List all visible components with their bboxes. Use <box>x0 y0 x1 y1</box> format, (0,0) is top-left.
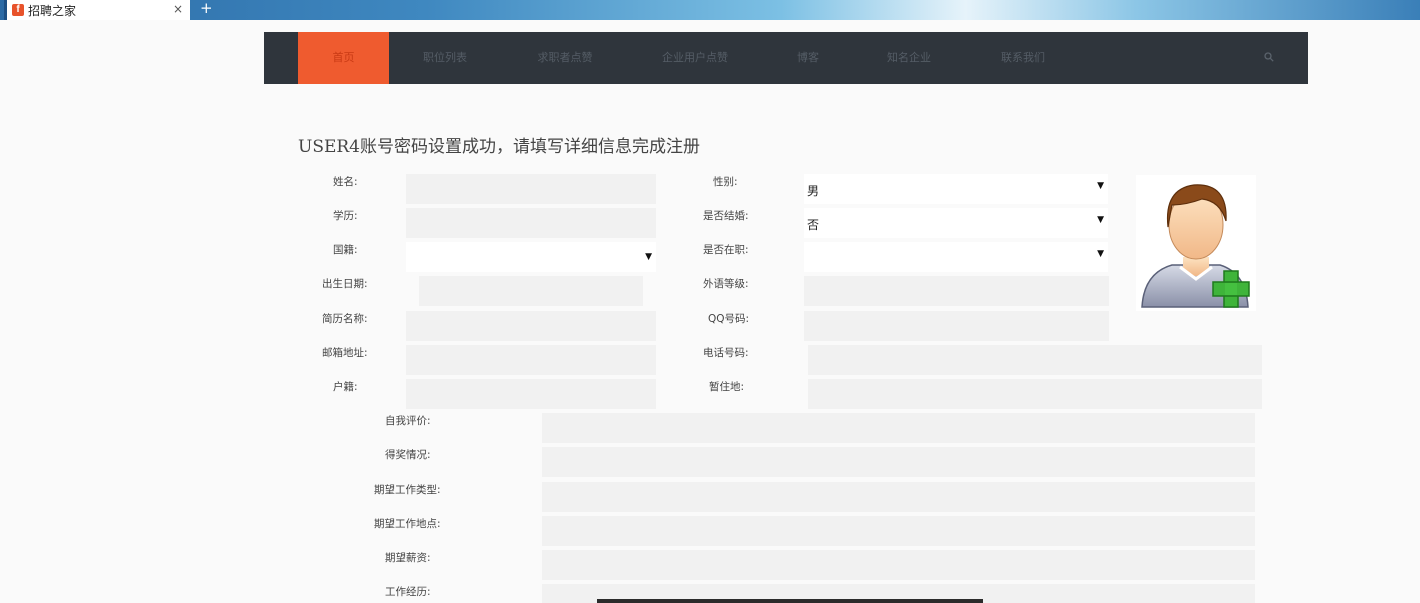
bottom-overlay-bar <box>597 599 983 603</box>
residence-label: 暂住地: <box>709 381 745 393</box>
employed-select[interactable]: ▼ <box>804 242 1108 272</box>
browser-tab[interactable]: f 招聘之家 × <box>4 0 190 20</box>
nav-item-contact[interactable]: 联系我们 <box>986 32 1060 84</box>
nationality-select[interactable]: ▼ <box>406 242 656 272</box>
new-tab-button[interactable]: + <box>200 0 213 17</box>
nav-item-home[interactable]: 首页 <box>298 32 389 84</box>
salary-input[interactable] <box>542 550 1255 580</box>
qq-label: QQ号码: <box>708 313 750 325</box>
user-add-icon[interactable] <box>1136 175 1256 311</box>
job-location-label: 期望工作地点: <box>374 518 441 530</box>
nav-item-famous-companies[interactable]: 知名企业 <box>870 32 948 84</box>
favicon-icon: f <box>12 4 24 16</box>
browser-tabstrip: f 招聘之家 × + <box>0 0 1420 20</box>
qq-input[interactable] <box>804 311 1109 341</box>
gender-select[interactable]: 男 ▼ <box>804 174 1108 204</box>
self-eval-label: 自我评价: <box>385 415 431 427</box>
name-label: 姓名: <box>333 176 358 188</box>
tab-title: 招聘之家 <box>28 3 77 18</box>
awards-label: 得奖情况: <box>385 449 431 461</box>
married-label: 是否结婚: <box>703 210 749 222</box>
residence-input[interactable] <box>808 379 1262 409</box>
household-label: 户籍: <box>333 381 358 393</box>
experience-label: 工作经历: <box>385 586 431 598</box>
education-label: 学历: <box>333 210 358 222</box>
chevron-down-icon: ▼ <box>1097 249 1104 259</box>
chevron-down-icon: ▼ <box>1097 181 1104 191</box>
married-value: 否 <box>807 218 820 232</box>
resume-label: 简历名称: <box>322 313 368 325</box>
birth-date-input[interactable] <box>419 276 643 306</box>
phone-label: 电话号码: <box>703 347 749 359</box>
search-icon[interactable] <box>1264 52 1274 62</box>
gender-label: 性别: <box>713 176 738 188</box>
nav-item-blog[interactable]: 博客 <box>786 32 830 84</box>
married-select[interactable]: 否 ▼ <box>804 208 1108 238</box>
household-input[interactable] <box>406 379 656 409</box>
nav-item-seekers[interactable]: 求职者点赞 <box>522 32 608 84</box>
name-input[interactable] <box>406 174 656 204</box>
salary-label: 期望薪资: <box>385 552 431 564</box>
birth-label: 出生日期: <box>322 278 368 290</box>
nav-item-jobs[interactable]: 职位列表 <box>404 32 486 84</box>
chevron-down-icon: ▼ <box>645 252 652 262</box>
email-input[interactable] <box>406 345 656 375</box>
resume-name-input[interactable] <box>406 311 656 341</box>
job-type-input[interactable] <box>542 482 1255 512</box>
gender-value: 男 <box>807 184 820 198</box>
education-input[interactable] <box>406 208 656 238</box>
job-type-label: 期望工作类型: <box>374 484 441 496</box>
chevron-down-icon: ▼ <box>1097 215 1104 225</box>
employed-label: 是否在职: <box>703 244 749 256</box>
job-location-input[interactable] <box>542 516 1255 546</box>
main-navbar: 首页 职位列表 求职者点赞 企业用户点赞 博客 知名企业 联系我们 <box>264 32 1308 84</box>
phone-input[interactable] <box>808 345 1262 375</box>
email-label: 邮箱地址: <box>322 347 368 359</box>
page-title: USER4账号密码设置成功，请填写详细信息完成注册 <box>298 137 700 157</box>
language-label: 外语等级: <box>703 278 749 290</box>
language-level-input[interactable] <box>804 276 1109 306</box>
nationality-label: 国籍: <box>333 244 358 256</box>
awards-input[interactable] <box>542 447 1255 477</box>
nav-item-companies-rank[interactable]: 企业用户点赞 <box>650 32 740 84</box>
close-tab-icon[interactable]: × <box>173 2 183 16</box>
self-eval-input[interactable] <box>542 413 1255 443</box>
